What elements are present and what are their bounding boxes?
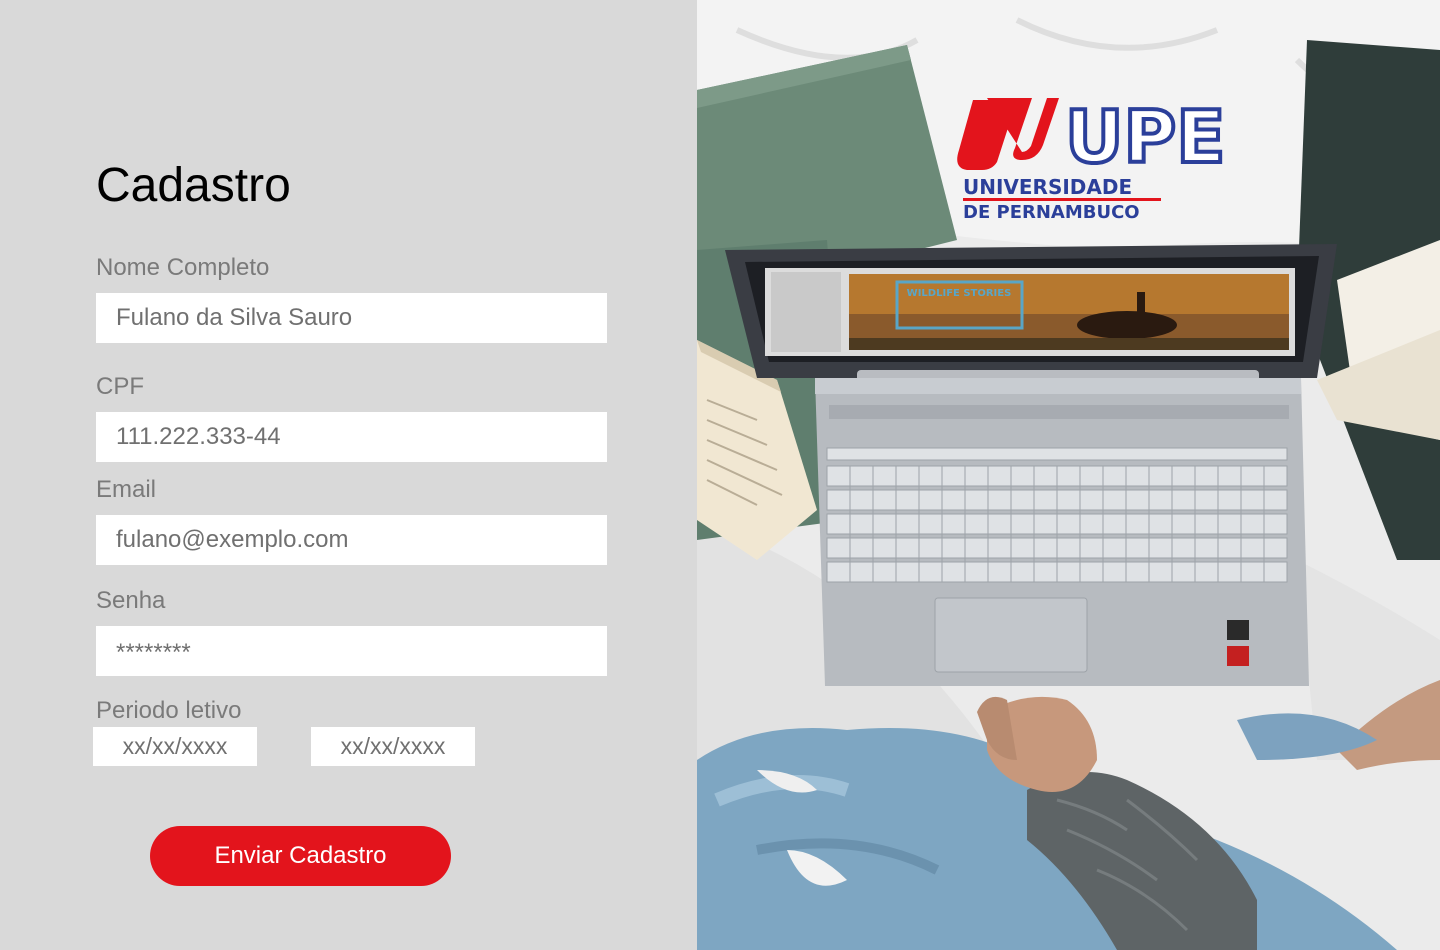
logo-line-1: UNIVERSIDADE <box>963 175 1132 199</box>
hero-photo: WILDLIFE STORIES UPE UNIVERSIDADE DE PER… <box>697 0 1440 950</box>
periodo-label: Periodo letivo <box>96 697 242 724</box>
senha-input[interactable]: ******** <box>96 626 607 676</box>
page-title: Cadastro <box>96 159 291 212</box>
nome-input[interactable]: Fulano da Silva Sauro <box>96 293 607 343</box>
cpf-input[interactable]: 111.222.333-44 <box>96 412 607 462</box>
logo-line-2: DE PERNAMBUCO <box>963 202 1140 223</box>
nome-label: Nome Completo <box>96 254 270 281</box>
periodo-end-input[interactable]: xx/xx/xxxx <box>311 727 475 766</box>
senha-label: Senha <box>96 587 166 614</box>
email-label: Email <box>96 476 157 503</box>
cpf-label: CPF <box>96 373 144 400</box>
laptop-study-illustration: WILDLIFE STORIES UPE UNIVERSIDADE DE PER… <box>697 0 1440 950</box>
upe-logo-text: UPE <box>1065 95 1225 179</box>
periodo-start-input[interactable]: xx/xx/xxxx <box>93 727 257 766</box>
slide-title: WILDLIFE STORIES <box>907 288 1012 299</box>
submit-button[interactable]: Enviar Cadastro <box>150 826 451 886</box>
email-input[interactable]: fulano@exemplo.com <box>96 515 607 565</box>
signup-form-panel: Cadastro Nome Completo Fulano da Silva S… <box>0 0 697 950</box>
